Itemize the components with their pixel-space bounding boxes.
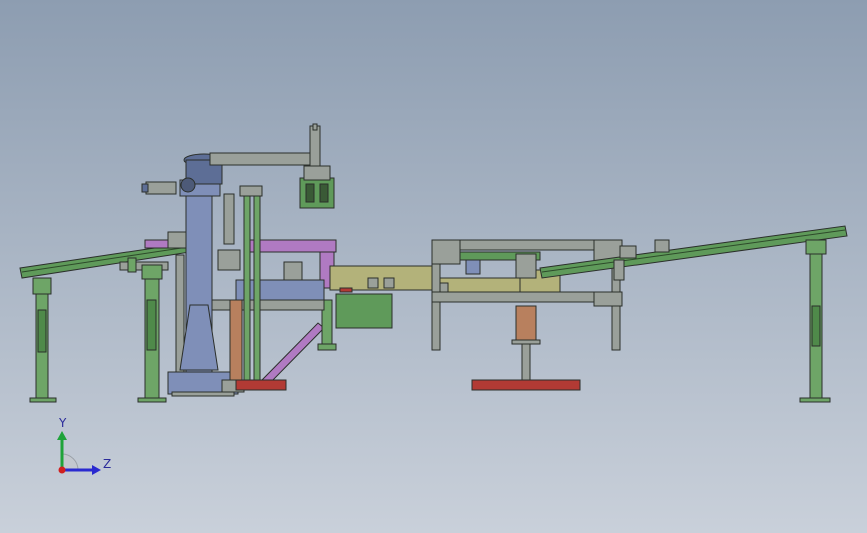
y-axis-label: Y <box>58 416 67 430</box>
right-base-plate <box>471 379 581 391</box>
cad-viewport[interactable]: Y Z <box>0 0 867 533</box>
left-base-plate <box>235 379 287 391</box>
z-axis-label: Z <box>103 457 111 471</box>
machine-assembly-drawing: Y Z <box>0 0 867 533</box>
triad-origin <box>58 466 66 474</box>
